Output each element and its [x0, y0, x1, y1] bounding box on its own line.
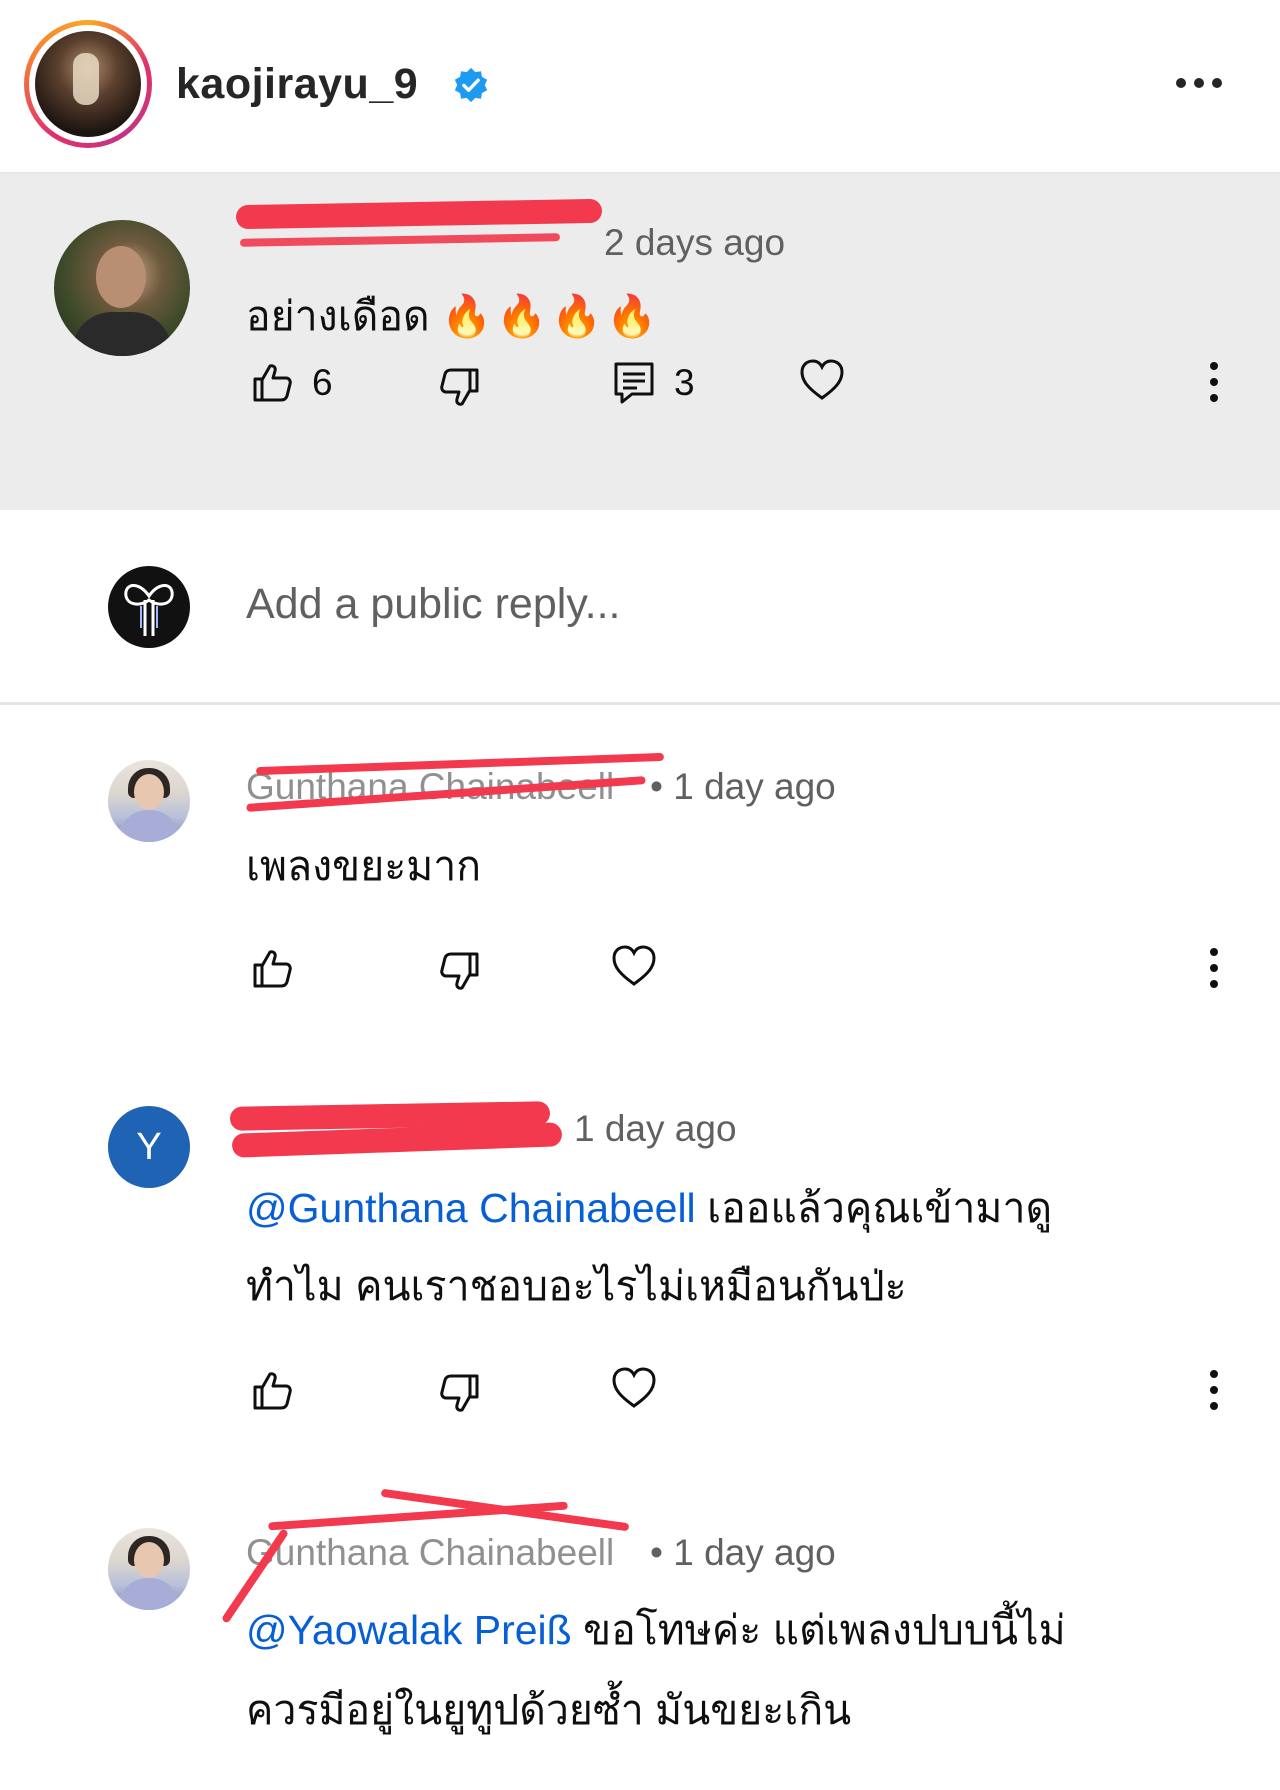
reply-composer: Add a public reply... — [0, 512, 1280, 705]
more-horizontal-icon[interactable] — [1172, 68, 1226, 98]
channel-logo-icon — [124, 584, 174, 636]
reply-count: 3 — [674, 362, 695, 403]
more-vertical-icon[interactable] — [1190, 1366, 1238, 1414]
like-count: 6 — [312, 362, 333, 403]
reply-avatar[interactable] — [108, 1528, 190, 1610]
thumbs-down-icon[interactable] — [436, 1370, 484, 1418]
highlighted-comment: 2 days ago อย่างเดือด 🔥🔥🔥🔥 6 3 — [0, 174, 1280, 510]
reply-input[interactable]: Add a public reply... — [246, 580, 620, 629]
thumbs-up-icon[interactable] — [248, 1366, 296, 1414]
profile-avatar[interactable] — [35, 31, 141, 137]
heart-icon[interactable] — [798, 356, 846, 404]
heart-icon[interactable] — [610, 1364, 658, 1412]
comment-time: 2 days ago — [604, 222, 786, 263]
my-avatar — [108, 566, 190, 648]
reply-text: @Yaowalak Preiß ขอโทษค่ะ แต่เพลงปบบนี้ไม… — [246, 1598, 1066, 1663]
reply-mention[interactable]: @Gunthana Chainabeell — [246, 1185, 696, 1231]
reply-text: เพลงขยะมาก — [246, 843, 482, 889]
reply-text-line1: เออแล้วคุณเข้ามาดู — [695, 1185, 1053, 1231]
reply-text: @Gunthana Chainabeell เออแล้วคุณเข้ามาดู — [246, 1176, 1052, 1241]
redaction-scribble — [239, 233, 561, 247]
comment-body: อย่างเดือด — [246, 293, 430, 339]
profile-username[interactable]: kaojirayu_9 — [176, 60, 418, 109]
reply-text-line1: ขอโทษค่ะ แต่เพลงปบบนี้ไม่ — [571, 1607, 1066, 1653]
reply-time: • 1 day ago — [650, 1532, 836, 1573]
thumbs-up-icon[interactable] — [248, 358, 296, 406]
thumbs-up-icon[interactable] — [248, 944, 296, 992]
fire-emojis: 🔥🔥🔥🔥 — [441, 293, 662, 339]
heart-icon[interactable] — [610, 942, 658, 990]
commenter-avatar[interactable] — [54, 220, 190, 356]
reply-avatar[interactable]: Y — [108, 1106, 190, 1188]
more-vertical-icon[interactable] — [1190, 358, 1238, 406]
verified-badge-icon — [454, 67, 488, 103]
reply-text-line2: ควรมีอยู่ในยูทูปด้วยซ้ำ มันขยะเกิน — [246, 1687, 852, 1733]
reply-avatar[interactable] — [108, 760, 190, 842]
reply-mention[interactable]: @Yaowalak Preiß — [246, 1607, 572, 1653]
reply-text-line2: ทำไม คนเราชอบอะไรไม่เหมือนกันป่ะ — [246, 1263, 907, 1309]
redaction-scribble — [380, 1488, 630, 1532]
more-vertical-icon[interactable] — [1190, 944, 1238, 992]
instagram-post-header: kaojirayu_9 — [0, 0, 1280, 174]
thumbs-down-icon[interactable] — [436, 364, 484, 412]
comment-text: อย่างเดือด 🔥🔥🔥🔥 — [246, 284, 661, 349]
reply-author[interactable]: Gunthana Chainabeell — [246, 1532, 614, 1574]
reply-time: • 1 day ago — [650, 766, 836, 807]
story-ring[interactable] — [24, 20, 152, 148]
reply-time: 1 day ago — [574, 1108, 737, 1149]
thumbs-down-icon[interactable] — [436, 948, 484, 996]
redaction-scribble — [235, 198, 603, 230]
reply-icon[interactable] — [610, 358, 658, 406]
